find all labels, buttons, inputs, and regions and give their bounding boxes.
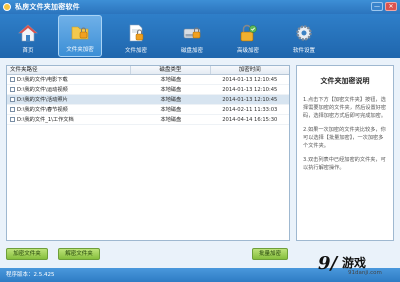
row-checkbox[interactable]	[10, 87, 15, 92]
encrypt-time: 2014-01-13 12:10:45	[222, 76, 278, 83]
tab-file-encrypt[interactable]: 文件加密	[114, 15, 158, 57]
title-bar: 私房文件夹加密软件 — ✕	[0, 0, 400, 14]
site-watermark: 9/ 游戏 91danji.com	[318, 249, 398, 279]
encrypted-folder-table: 文件夹路径 磁盘类型 加密时间 D:\我的文件\电影下载 本地磁盘 2014-0…	[6, 65, 290, 241]
encrypt-time: 2014-04-14 16:15:30	[222, 116, 278, 123]
decrypt-folder-button[interactable]: 解密文件夹	[58, 248, 100, 260]
main-toolbar: 首页 文件夹加密 文件加密 磁盘加密 高级加密 软件设置	[0, 14, 400, 58]
tab-advanced-encrypt[interactable]: 高级加密	[226, 15, 270, 57]
tab-settings-label: 软件设置	[292, 48, 315, 54]
column-header-disk-type[interactable]: 磁盘类型	[131, 66, 211, 74]
tab-disk-encrypt-label: 磁盘加密	[180, 48, 203, 54]
disk-lock-icon	[183, 27, 201, 39]
disk-type: 本地磁盘	[160, 97, 182, 103]
folder-path: D:\我的文件\电影下载	[17, 77, 68, 83]
help-step: 3.双击列表中已经加密的文件夹，可以执行解密操作。	[303, 157, 386, 171]
help-panel: 文件夹加密说明 1.点击下方【加密文件夹】按钮，选择需要加密的文件夹，然后设置好…	[296, 65, 394, 241]
tab-disk-encrypt[interactable]: 磁盘加密	[170, 15, 214, 57]
encrypt-folder-button[interactable]: 加密文件夹	[6, 248, 48, 260]
tab-folder-encrypt[interactable]: 文件夹加密	[58, 15, 102, 57]
window-title: 私房文件夹加密软件	[15, 3, 80, 11]
advanced-lock-icon	[240, 24, 257, 42]
tab-home[interactable]: 首页	[6, 15, 50, 57]
batch-encrypt-button[interactable]: 批量加密	[252, 248, 288, 260]
table-row[interactable]: D:\我的文件\运动视频 本地磁盘 2014-01-13 12:10:45	[7, 85, 289, 95]
tab-home-label: 首页	[22, 48, 34, 54]
minimize-button[interactable]: —	[371, 2, 383, 11]
table-row[interactable]: D:\我的文件\春节视频 本地磁盘 2014-02-11 11:33:03	[7, 105, 289, 115]
column-header-path[interactable]: 文件夹路径	[7, 66, 132, 74]
folder-path: D:\我的文件_1\工作文档	[17, 117, 74, 123]
tab-folder-encrypt-label: 文件夹加密	[66, 47, 94, 53]
main-content: 文件夹路径 磁盘类型 加密时间 D:\我的文件\电影下载 本地磁盘 2014-0…	[0, 58, 400, 268]
encrypt-time: 2014-02-11 11:33:03	[222, 106, 278, 113]
version-text: 程序版本：2.5.425	[6, 272, 55, 278]
disk-type: 本地磁盘	[160, 107, 182, 113]
help-step: 2.如果一次加密的文件夹比较多，你可以选择【批量加密】，一次加密多个文件夹。	[303, 127, 386, 149]
disk-type: 本地磁盘	[160, 77, 182, 83]
column-header-encrypt-time[interactable]: 加密时间	[211, 66, 289, 74]
table-header: 文件夹路径 磁盘类型 加密时间	[7, 66, 289, 75]
row-checkbox[interactable]	[10, 97, 15, 102]
disk-type: 本地磁盘	[160, 87, 182, 93]
folder-path: D:\我的文件\运动视频	[17, 87, 68, 93]
watermark-url: 91danji.com	[348, 270, 382, 276]
tab-advanced-encrypt-label: 高级加密	[236, 48, 259, 54]
help-step: 1.点击下方【加密文件夹】按钮，选择需要加密的文件夹，然后设置好密码，选择加密方…	[303, 97, 387, 119]
window-controls: — ✕	[371, 2, 397, 11]
row-checkbox[interactable]	[10, 117, 15, 122]
settings-icon	[296, 25, 312, 41]
table-row[interactable]: D:\我的文件\电影下载 本地磁盘 2014-01-13 12:10:45	[7, 75, 289, 85]
help-title: 文件夹加密说明	[320, 77, 370, 85]
table-row[interactable]: D:\我的文件_1\工作文档 本地磁盘 2014-04-14 16:15:30	[7, 115, 289, 125]
app-logo-icon	[3, 3, 11, 11]
folder-path: D:\我的文件\活动照片	[17, 97, 68, 103]
tab-settings[interactable]: 软件设置	[282, 15, 326, 57]
folder-lock-icon	[71, 26, 89, 40]
file-lock-icon	[129, 24, 144, 42]
folder-path: D:\我的文件\春节视频	[17, 107, 68, 113]
tab-file-encrypt-label: 文件加密	[124, 48, 147, 54]
watermark-logo: 9/	[318, 253, 338, 274]
row-checkbox[interactable]	[10, 107, 15, 112]
encrypt-time: 2014-01-13 12:10:45	[222, 86, 278, 93]
close-button[interactable]: ✕	[385, 2, 397, 11]
watermark-text: 游戏	[342, 256, 367, 270]
row-checkbox[interactable]	[10, 77, 15, 82]
disk-type: 本地磁盘	[160, 117, 182, 123]
home-icon	[18, 24, 38, 42]
table-row-selected[interactable]: D:\我的文件\活动照片 本地磁盘 2014-01-13 12:10:45	[7, 95, 289, 105]
encrypt-time: 2014-01-13 12:10:45	[222, 96, 278, 103]
